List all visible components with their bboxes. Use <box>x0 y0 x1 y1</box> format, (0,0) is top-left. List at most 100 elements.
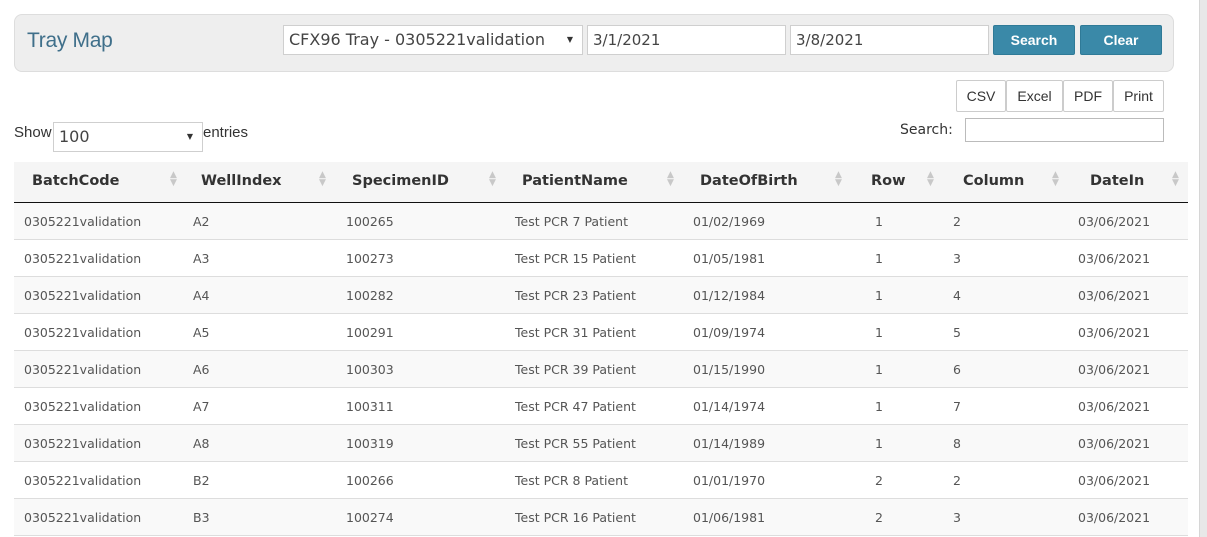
table-cell: 0305221validation <box>14 387 184 425</box>
table-cell-text: 01/15/1990 <box>693 361 766 377</box>
table-cell: 1 <box>851 276 943 314</box>
table-cell-text: Test PCR 55 Patient <box>515 435 636 451</box>
table-cell-text: 01/14/1989 <box>693 435 766 451</box>
table-cell-text: 100273 <box>346 250 394 266</box>
table-cell: 6 <box>943 350 1068 388</box>
table-cell: A4 <box>184 276 335 314</box>
table-cell: 8 <box>943 424 1068 462</box>
table-cell: 7 <box>943 387 1068 425</box>
table-row[interactable]: 0305221validation A2 100265 Test PCR 7 Pati… <box>14 202 1188 240</box>
table-cell: 100319 <box>335 424 505 462</box>
table-cell: Test PCR 31 Patient <box>505 313 683 351</box>
data-table-wrap: BatchCode ▲ ▼ WellIndex ▲ ▼ SpecimenID ▲ ▼ Patien… <box>14 162 1188 536</box>
table-cell-text: 01/02/1969 <box>693 213 766 229</box>
column-header-label: WellIndex <box>201 173 282 189</box>
table-cell: A5 <box>184 313 335 351</box>
table-cell-text: 01/06/1981 <box>693 509 766 525</box>
column-header-column[interactable]: Column ▲ ▼ <box>943 162 1068 203</box>
table-cell: 0305221validation <box>14 498 184 536</box>
table-row[interactable]: 0305221validation A4 100282 Test PCR 23 Pat… <box>14 276 1188 314</box>
table-cell: 2 <box>943 202 1068 240</box>
table-header-row: BatchCode ▲ ▼ WellIndex ▲ ▼ SpecimenID ▲ ▼ Patien… <box>14 162 1188 203</box>
table-cell: B3 <box>184 498 335 536</box>
column-header-label: BatchCode <box>32 173 120 189</box>
tray-select[interactable]: CFX96 Tray - 0305221validation ▼ <box>283 25 583 55</box>
table-cell-text: A4 <box>193 287 210 303</box>
scrollbar[interactable] <box>1199 0 1207 537</box>
column-header-patientname[interactable]: PatientName ▲ ▼ <box>505 162 683 203</box>
page-length-select[interactable]: 100 ▼ <box>53 122 203 152</box>
table-cell-text: 1 <box>875 324 883 340</box>
table-row[interactable]: 0305221validation B2 100266 Test PCR 8 Pati… <box>14 461 1188 499</box>
table-row[interactable]: 0305221validation A6 100303 Test PCR 39 Pat… <box>14 350 1188 388</box>
table-cell-text: A5 <box>193 324 210 340</box>
column-header-batchcode[interactable]: BatchCode ▲ ▼ <box>14 162 184 203</box>
table-row[interactable]: 0305221validation A3 100273 Test PCR 15 Pat… <box>14 239 1188 277</box>
print-button[interactable]: Print <box>1113 80 1164 112</box>
table-cell: 03/06/2021 <box>1068 387 1188 425</box>
table-cell-text: 03/06/2021 <box>1078 472 1151 488</box>
table-cell-text: 5 <box>953 324 961 340</box>
page-length-value: 100 <box>59 127 90 146</box>
search-button[interactable]: Search <box>993 25 1075 55</box>
table-cell: 1 <box>851 313 943 351</box>
table-cell-text: 03/06/2021 <box>1078 361 1151 377</box>
table-cell-text: Test PCR 7 Patient <box>515 213 628 229</box>
table-cell-text: Test PCR 31 Patient <box>515 324 636 340</box>
pdf-button[interactable]: PDF <box>1063 80 1113 112</box>
table-cell-text: A7 <box>193 398 210 414</box>
table-cell: Test PCR 47 Patient <box>505 387 683 425</box>
table-cell: 100311 <box>335 387 505 425</box>
table-cell: 100291 <box>335 313 505 351</box>
clear-button[interactable]: Clear <box>1080 25 1162 55</box>
table-cell: 0305221validation <box>14 202 184 240</box>
table-cell-text: 2 <box>953 472 961 488</box>
table-row[interactable]: 0305221validation A7 100311 Test PCR 47 Pat… <box>14 387 1188 425</box>
table-search-input[interactable] <box>965 118 1164 142</box>
table-cell: 1 <box>851 202 943 240</box>
table-cell-text: 6 <box>953 361 961 377</box>
table-cell: 03/06/2021 <box>1068 461 1188 499</box>
table-cell-text: 0305221validation <box>24 324 142 340</box>
column-header-dateofbirth[interactable]: DateOfBirth ▲ ▼ <box>683 162 851 203</box>
table-cell: 01/06/1981 <box>683 498 851 536</box>
sort-icon: ▲ ▼ <box>1172 170 1179 188</box>
sort-icon: ▲ ▼ <box>927 170 934 188</box>
column-header-wellindex[interactable]: WellIndex ▲ ▼ <box>184 162 335 203</box>
caret-down-icon: ▼ <box>186 132 193 141</box>
table-cell-text: 100303 <box>346 361 394 377</box>
table-cell: 3 <box>943 239 1068 277</box>
table-cell: Test PCR 23 Patient <box>505 276 683 314</box>
table-cell: 01/09/1974 <box>683 313 851 351</box>
table-cell: B2 <box>184 461 335 499</box>
sort-icon: ▲ ▼ <box>1052 170 1059 188</box>
table-cell-text: A6 <box>193 361 210 377</box>
sort-icon: ▲ ▼ <box>170 170 177 188</box>
excel-button[interactable]: Excel <box>1006 80 1063 112</box>
column-header-label: Column <box>963 173 1025 189</box>
date-from-input[interactable]: 3/1/2021 <box>587 25 786 55</box>
table-cell-text: 0305221validation <box>24 398 142 414</box>
table-cell-text: Test PCR 15 Patient <box>515 250 636 266</box>
table-cell: Test PCR 39 Patient <box>505 350 683 388</box>
table-cell-text: 01/05/1981 <box>693 250 766 266</box>
table-cell: 100266 <box>335 461 505 499</box>
table-row[interactable]: 0305221validation B3 100274 Test PCR 16 Pat… <box>14 498 1188 536</box>
column-header-row[interactable]: Row ▲ ▼ <box>851 162 943 203</box>
column-header-specimenid[interactable]: SpecimenID ▲ ▼ <box>335 162 505 203</box>
table-cell-text: 3 <box>953 509 961 525</box>
table-cell: 100303 <box>335 350 505 388</box>
csv-button[interactable]: CSV <box>956 80 1006 112</box>
table-row[interactable]: 0305221validation A8 100319 Test PCR 55 Pat… <box>14 424 1188 462</box>
column-header-datein[interactable]: DateIn ▲ ▼ <box>1068 162 1188 203</box>
sort-icon: ▲ ▼ <box>489 170 496 188</box>
table-cell: 100265 <box>335 202 505 240</box>
table-row[interactable]: 0305221validation A5 100291 Test PCR 31 Pat… <box>14 313 1188 351</box>
table-cell: 0305221validation <box>14 424 184 462</box>
table-cell: 03/06/2021 <box>1068 202 1188 240</box>
table-cell: 01/01/1970 <box>683 461 851 499</box>
date-to-input[interactable]: 3/8/2021 <box>790 25 989 55</box>
sort-icon: ▲ ▼ <box>319 170 326 188</box>
table-cell: 03/06/2021 <box>1068 424 1188 462</box>
sort-icon: ▲ ▼ <box>835 170 842 188</box>
